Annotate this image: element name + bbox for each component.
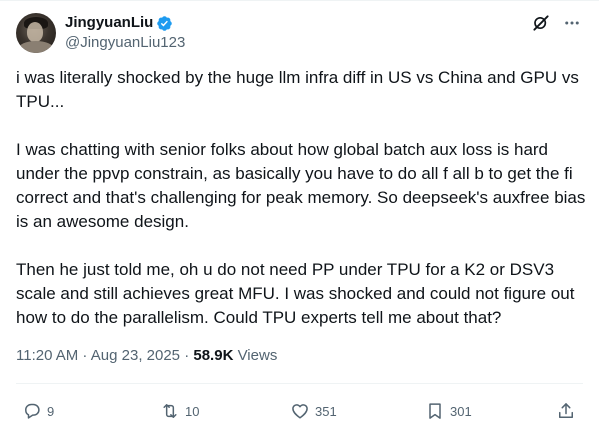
display-name[interactable]: JingyuanLiu (65, 13, 153, 33)
meta-separator: · (180, 347, 194, 364)
bookmark-icon (425, 401, 445, 421)
repost-button[interactable]: 10 (160, 396, 199, 426)
tweet-header: JingyuanLiu @JingyuanLiu123 (16, 13, 185, 53)
top-right-icons (531, 13, 581, 33)
bookmark-button[interactable]: 301 (425, 396, 472, 426)
tweet-paragraph: i was literally shocked by the huge llm … (16, 68, 584, 111)
reply-icon (22, 401, 42, 421)
share-icon (556, 401, 576, 421)
grok-icon[interactable] (531, 13, 551, 33)
avatar-body (18, 41, 54, 53)
meta-separator: · (78, 347, 91, 364)
tweet-text: i was literally shocked by the huge llm … (16, 66, 586, 330)
avatar[interactable] (16, 13, 56, 53)
views-count: 58.9K (193, 347, 234, 364)
bookmark-count: 301 (450, 403, 472, 419)
views-label: Views (233, 347, 278, 364)
divider (16, 383, 583, 384)
tweet-paragraph: Then he just told me, oh u do not need P… (16, 260, 580, 327)
tweet-meta: 11:20 AM · Aug 23, 2025 · 58.9K Views (16, 346, 277, 366)
tweet-date[interactable]: Aug 23, 2025 (91, 347, 180, 364)
repost-count: 10 (185, 403, 200, 419)
name-row: JingyuanLiu (65, 13, 185, 33)
author-names: JingyuanLiu @JingyuanLiu123 (65, 13, 185, 53)
action-bar: 9 10 351 301 (0, 396, 599, 426)
share-button[interactable] (556, 396, 576, 426)
reply-button[interactable]: 9 (22, 396, 54, 426)
verified-badge-icon[interactable] (156, 15, 173, 32)
more-dots-icon[interactable] (563, 14, 581, 32)
tweet-card: JingyuanLiu @JingyuanLiu123 i was litera… (0, 0, 599, 434)
tweet-time[interactable]: 11:20 AM (16, 347, 78, 364)
reply-count: 9 (47, 403, 55, 419)
like-count: 351 (315, 403, 337, 419)
avatar-face (27, 22, 43, 42)
repost-icon (160, 401, 180, 421)
heart-icon (290, 401, 310, 421)
like-button[interactable]: 351 (290, 396, 337, 426)
tweet-paragraph: I was chatting with senior folks about h… (16, 140, 591, 231)
author-handle[interactable]: @JingyuanLiu123 (65, 33, 185, 53)
